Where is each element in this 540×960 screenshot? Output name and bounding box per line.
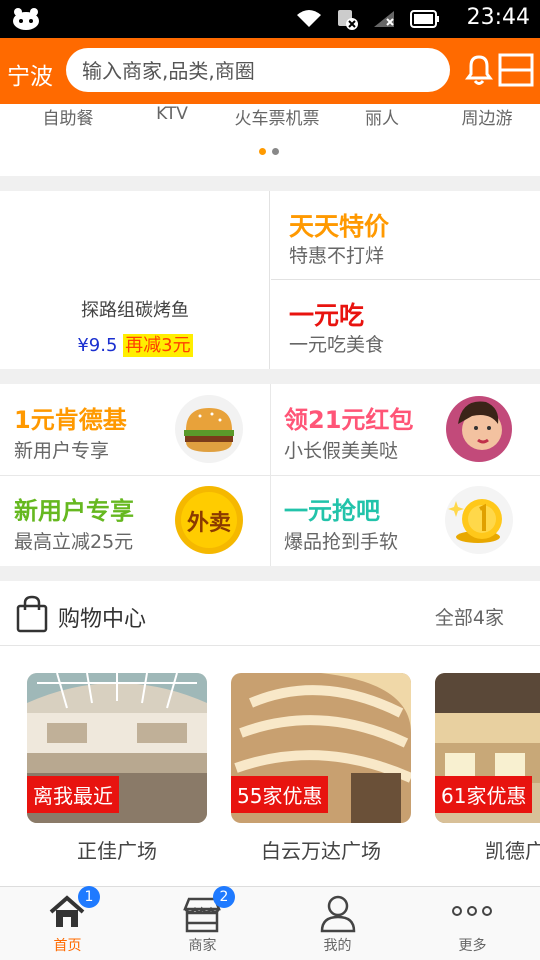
deal-red-packet[interactable]: 领21元红包 小长假美美哒 <box>270 384 540 475</box>
promo-section: 探路组碳烤鱼 ¥9.5 再减3元 天天特价 特惠不打烊 一元吃 一元吃美食 <box>0 191 540 369</box>
merchants-badge: 2 <box>213 886 235 908</box>
status-bar: 23:44 <box>0 0 540 38</box>
mall-name: 凯德广场 <box>485 839 540 863</box>
tab-home[interactable]: 1 首页 <box>0 886 135 960</box>
deal-subtitle: 小长假美美哒 <box>284 440 399 462</box>
takeout-icon-label: 外卖 <box>186 511 231 536</box>
shopping-center-header: 购物中心 全部4家 <box>0 581 540 646</box>
deal-name: 探路组碳烤鱼 <box>81 300 189 321</box>
mall-name: 正佳广场 <box>77 839 157 863</box>
promo-featured-deal[interactable]: 探路组碳烤鱼 ¥9.5 再减3元 <box>0 191 270 369</box>
deal-price: ¥9.5 <box>77 335 118 356</box>
mall-tag: 离我最近 <box>27 776 119 813</box>
clock: 23:44 <box>466 5 530 30</box>
deal-subtitle: 爆品抢到手软 <box>284 531 399 553</box>
bottom-tab-bar: 1 首页 2 商家 我的 更多 <box>0 886 540 960</box>
scan-icon[interactable] <box>498 53 534 91</box>
mall-card[interactable]: 55家优惠 白云万达广场 <box>231 673 411 864</box>
coin-icon <box>442 485 516 555</box>
category-tickets[interactable]: 火车票机票 <box>227 104 327 129</box>
signal-icon <box>372 9 396 33</box>
deal-subtitle: 最高立减25元 <box>14 531 134 553</box>
category-buffet[interactable]: 自助餐 <box>18 104 118 129</box>
wifi-icon <box>296 9 322 33</box>
mall-photo: 61家优惠 <box>435 673 540 823</box>
deal-title: 领21元红包 <box>284 406 414 434</box>
deal-title: 新用户专享 <box>14 497 134 525</box>
daily-special-subtitle: 特惠不打烊 <box>289 245 385 267</box>
tab-more[interactable]: 更多 <box>405 887 540 960</box>
search-input[interactable]: 输入商家,品类,商圈 <box>66 48 450 92</box>
deal-discount: 再减3元 <box>123 334 193 357</box>
user-icon <box>320 895 356 937</box>
deal-new-user[interactable]: 新用户专享 最高立减25元 外卖 <box>0 475 270 566</box>
page-dot-active <box>259 148 266 155</box>
shopping-center-title: 购物中心 <box>58 607 147 632</box>
mall-photo: 离我最近 <box>27 673 207 823</box>
tab-label: 商家 <box>188 938 217 954</box>
category-nearby-travel[interactable]: 周边游 <box>437 104 537 129</box>
notification-icon <box>12 8 40 34</box>
search-placeholder: 输入商家,品类,商圈 <box>82 59 255 83</box>
deal-title: 1元肯德基 <box>14 406 127 434</box>
tab-label: 更多 <box>458 938 487 954</box>
grid-divider <box>270 384 271 566</box>
beauty-icon <box>442 394 516 464</box>
city-selector[interactable]: 宁波 <box>7 57 53 91</box>
daily-special-title: 天天特价 <box>289 212 390 241</box>
promo-one-yuan[interactable]: 一元吃 一元吃美食 <box>271 280 540 369</box>
more-icon <box>452 903 492 922</box>
takeout-icon: 外卖 <box>172 485 246 555</box>
shopping-center-view-all[interactable]: 全部4家 <box>435 603 504 630</box>
tab-label: 我的 <box>323 938 352 954</box>
status-icons <box>296 8 440 34</box>
one-yuan-subtitle: 一元吃美食 <box>289 334 385 356</box>
app-screen: 23:44 宁波 输入商家,品类,商圈 自助餐 KTV 火车票机票 丽人 周边游… <box>0 0 540 960</box>
category-strip: 自助餐 KTV 火车票机票 丽人 周边游 <box>0 104 540 176</box>
category-ktv[interactable]: KTV <box>122 104 222 124</box>
deals-grid: 1元肯德基 新用户专享 领21元红包 小长假美美哒 新用户专享 最高立减25元 … <box>0 384 540 566</box>
mall-tag: 61家优惠 <box>435 776 533 813</box>
bell-icon[interactable] <box>461 51 497 91</box>
tab-profile[interactable]: 我的 <box>270 887 405 960</box>
deal-kfc[interactable]: 1元肯德基 新用户专享 <box>0 384 270 475</box>
deal-subtitle: 新用户专享 <box>14 440 110 462</box>
home-badge: 1 <box>78 886 100 908</box>
battery-icon <box>410 10 440 32</box>
tab-merchants[interactable]: 2 商家 <box>135 886 270 960</box>
mall-tag: 55家优惠 <box>231 776 329 813</box>
mall-card[interactable]: 61家优惠 凯德广场 <box>435 673 540 864</box>
page-indicator <box>259 148 279 155</box>
burger-icon <box>172 394 246 464</box>
top-header: 宁波 输入商家,品类,商圈 <box>0 38 540 104</box>
deal-title: 一元抢吧 <box>284 497 380 525</box>
mall-card[interactable]: 离我最近 正佳广场 <box>27 673 207 864</box>
tab-label: 首页 <box>53 938 82 954</box>
mall-list: 离我最近 正佳广场 55家优惠 白云万达广场 61家优惠 凯德广场 <box>0 646 540 886</box>
mall-photo: 55家优惠 <box>231 673 411 823</box>
page-dot <box>272 148 279 155</box>
shopping-bag-icon <box>16 595 48 637</box>
deal-one-yuan-grab[interactable]: 一元抢吧 爆品抢到手软 <box>270 475 540 566</box>
one-yuan-title: 一元吃 <box>289 301 365 330</box>
deal-price-row: ¥9.5 再减3元 <box>0 331 270 357</box>
promo-daily-special[interactable]: 天天特价 特惠不打烊 <box>271 191 540 280</box>
sim-icon <box>336 8 358 34</box>
category-beauty[interactable]: 丽人 <box>332 104 432 129</box>
mall-name: 白云万达广场 <box>261 839 381 863</box>
